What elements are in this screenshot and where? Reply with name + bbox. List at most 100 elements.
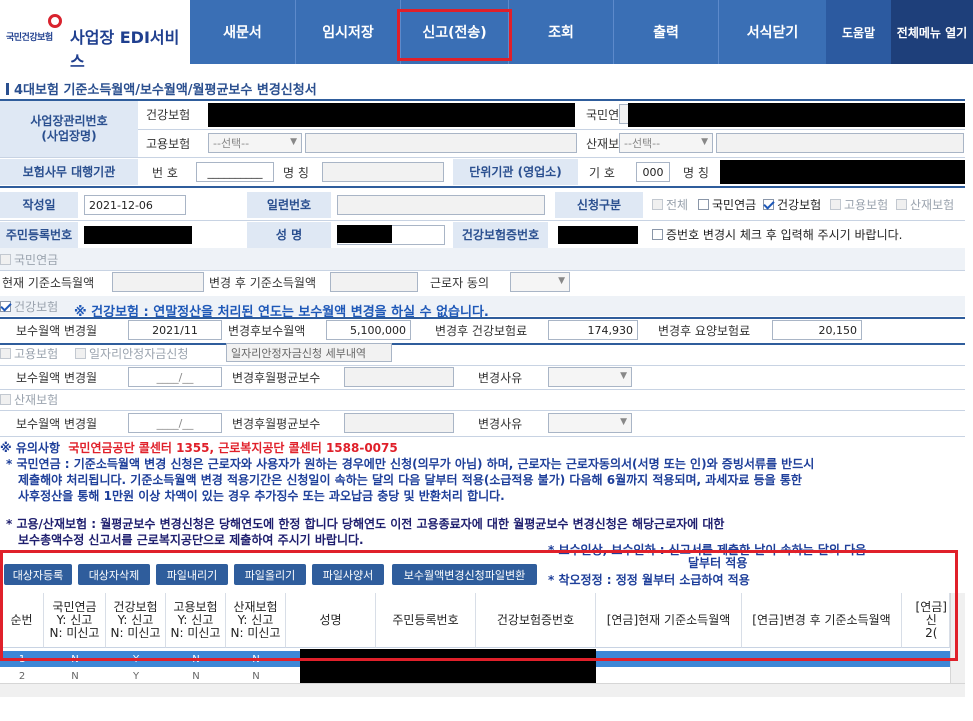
health-section-checkbox[interactable]: 건강보험 (0, 296, 58, 316)
table-cell: N (71, 653, 79, 665)
divider (0, 436, 965, 437)
divider (0, 186, 965, 188)
menu-inquiry[interactable]: 조회 (508, 0, 613, 64)
employment-section-title: 고용보험 (14, 346, 59, 361)
divider (0, 157, 965, 158)
redacted-block (720, 160, 965, 184)
download-file-button[interactable]: 파일내리기 (156, 564, 228, 585)
employment-month-label: 보수월액 변경월 (16, 370, 98, 385)
industrial-section-checkbox[interactable]: 산재보험 (0, 389, 58, 409)
subsidy-checkbox[interactable]: 일자리안정자금신청 (75, 343, 188, 363)
serial-input[interactable] (337, 195, 545, 215)
agent-name-input[interactable] (322, 162, 444, 182)
employment-month-input[interactable]: ____/__ (128, 367, 222, 387)
divider (0, 410, 965, 411)
notice-line-5: * 고용/산재보험 : 월평균보수 변경신청은 당해연도에 한정 합니다 당해연… (6, 517, 725, 531)
type-employment-checkbox[interactable]: 고용보험 (830, 194, 888, 214)
health-ltc-label: 변경후 요양보험료 (658, 323, 751, 338)
redacted-block (558, 226, 638, 244)
menu-print[interactable]: 출력 (613, 0, 718, 64)
menu-submit[interactable]: 신고(전송) (400, 0, 508, 64)
upload-file-button[interactable]: 파일올리기 (234, 564, 306, 585)
date-input[interactable]: 2021-12-06 (84, 195, 186, 215)
menu-temp-save[interactable]: 임시저장 (295, 0, 400, 64)
pension-consent-select[interactable]: ▼ (510, 272, 570, 292)
industrial-month-input[interactable]: ____/__ (128, 413, 222, 433)
menu-close-form[interactable]: 서식닫기 (718, 0, 826, 64)
col-header-employment: 고용보험 Y: 신고 N: 미신고 (166, 593, 226, 648)
health-month-input[interactable]: 2021/11 (128, 320, 222, 340)
agent-name-label: 명 칭 (283, 165, 309, 180)
employment-avg-input[interactable] (344, 367, 454, 387)
notice-line-4: 사후정산을 통해 1만원 이상 차액이 있는 경우 추가징수 또는 과오납금 충… (18, 489, 505, 503)
checkbox-icon (896, 198, 907, 210)
table-cell: N (192, 670, 200, 682)
card-change-note: 증번호 변경시 체크 후 입력해 주시기 바랍니다. (666, 227, 903, 242)
pension-current-input[interactable] (112, 272, 204, 292)
employment-reason-select[interactable]: ▼ (548, 367, 632, 387)
employment-name-input[interactable] (305, 133, 577, 153)
delete-button[interactable]: 대상자삭제 (78, 564, 150, 585)
biz-number-label: 사업장관리번호 (사업장명) (0, 101, 138, 157)
table-cell: N (252, 653, 260, 665)
agent-number-label: 번 호 (152, 165, 178, 180)
redacted-block (628, 103, 965, 127)
notice-line-1: ※ 유의사항 국민연금공단 콜센터 1355, 근로복지공단 콜센터 1588-… (0, 440, 398, 456)
industrial-avg-label: 변경후월평균보수 (232, 416, 321, 431)
col-header-pension: 국민연금 Y: 신고 N: 미신고 (44, 593, 106, 648)
pension-after-input[interactable] (330, 272, 418, 292)
health-ltc-input[interactable]: 20,150 (772, 320, 862, 340)
full-menu-button[interactable]: 전체메뉴 열기 (891, 0, 973, 64)
employment-select[interactable]: --선택-- ▼ (208, 133, 302, 153)
pension-section-checkbox[interactable]: 국민연금 (0, 248, 58, 270)
title-bar-icon (6, 83, 9, 95)
col-header-health: 건강보험 Y: 신고 N: 미신고 (106, 593, 166, 648)
employment-avg-label: 변경후월평균보수 (232, 370, 321, 385)
horizontal-scrollbar[interactable] (0, 683, 965, 697)
register-button[interactable]: 대상자등록 (4, 564, 72, 585)
agent-label: 보험사무 대행기관 (0, 159, 138, 185)
col-header-rrn: 주민등록번호 (376, 593, 476, 648)
divider (0, 99, 965, 101)
unit-code-input[interactable]: 000 (636, 162, 670, 182)
type-pension-checkbox[interactable]: 국민연금 (698, 194, 756, 214)
agent-number-input[interactable]: __________ (196, 162, 274, 182)
industrial-reason-select[interactable]: ▼ (548, 413, 632, 433)
convert-file-button[interactable]: 보수월액변경신청파일변환 (392, 564, 537, 585)
subsidy-detail-button[interactable]: 일자리안정자금신청 세부내역 (226, 343, 392, 362)
health-pay-input[interactable]: 5,100,000 (326, 320, 411, 340)
checkbox-icon (652, 228, 663, 240)
type-industrial-checkbox[interactable]: 산재보험 (896, 194, 954, 214)
date-label: 작성일 (0, 192, 78, 218)
checkbox-icon (830, 198, 841, 210)
col-header-industrial: 산재보험 Y: 신고 N: 미신고 (226, 593, 286, 648)
health-pay-label: 변경후보수월액 (228, 323, 306, 338)
type-industrial-label: 산재보험 (910, 197, 955, 212)
type-health-checkbox[interactable]: 건강보험 (763, 194, 821, 214)
table-cell: N (71, 670, 79, 682)
checkbox-icon (652, 198, 663, 210)
logo-area: 국민건강보험 사업장 EDI서비스 (0, 0, 190, 71)
checkbox-icon (0, 393, 11, 405)
checkbox-icon (0, 347, 11, 359)
vertical-scrollbar[interactable] (950, 593, 965, 683)
checkbox-icon (698, 198, 709, 210)
industrial-select[interactable]: --선택-- ▼ (619, 133, 713, 153)
health-premium-input[interactable]: 174,930 (548, 320, 638, 340)
logo-text: 국민건강보험 (6, 33, 53, 43)
type-all-checkbox[interactable]: 전체 (652, 194, 688, 214)
industrial-name-input[interactable] (716, 133, 964, 153)
card-change-checkbox[interactable]: 증번호 변경시 체크 후 입력해 주시기 바랍니다. (652, 224, 902, 244)
employment-section-checkbox[interactable]: 고용보험 (0, 343, 58, 363)
pension-section-title: 국민연금 (14, 252, 59, 267)
notice-side-3: * 착오정정 : 정정 월부터 소급하여 적용 (548, 573, 750, 587)
type-health-label: 건강보험 (777, 197, 822, 212)
redacted-block (84, 226, 192, 244)
file-spec-button[interactable]: 파일사양서 (312, 564, 384, 585)
industrial-avg-input[interactable] (344, 413, 454, 433)
help-button[interactable]: 도움말 (826, 0, 891, 64)
redacted-block (208, 103, 575, 127)
menu-new-document[interactable]: 새문서 (190, 0, 295, 64)
type-pension-label: 국민연금 (712, 197, 757, 212)
checkbox-icon (0, 253, 11, 265)
